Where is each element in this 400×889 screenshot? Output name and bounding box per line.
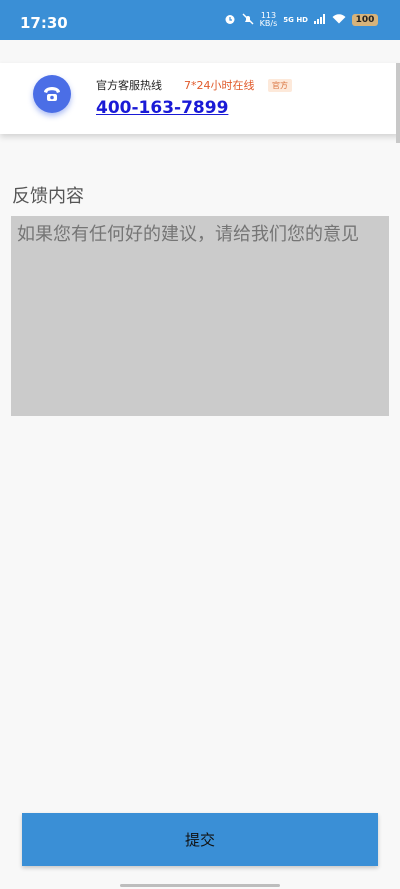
status-icons: 113 KB/s 5G HD 100: [224, 12, 378, 28]
network-type: 5G HD: [283, 16, 308, 24]
feedback-label: 反馈内容: [12, 186, 84, 207]
hotline-title: 官方客服热线: [96, 79, 162, 92]
network-speed: 113 KB/s: [260, 12, 278, 28]
hotline-hours: 7*24小时在线: [184, 79, 255, 92]
status-time: 17:30: [20, 14, 68, 32]
mute-icon: [242, 13, 254, 28]
speed-unit: KB/s: [259, 19, 278, 28]
hotline-number-link[interactable]: 400-163-7899: [96, 98, 228, 118]
phone-icon[interactable]: [33, 75, 71, 113]
wifi-icon: [332, 13, 346, 27]
battery-icon: 100: [352, 14, 378, 26]
feedback-input[interactable]: [11, 216, 389, 416]
hotline-card: 官方客服热线 7*24小时在线 官方 400-163-7899: [0, 63, 400, 134]
status-bar: 17:30 113 KB/s 5G HD 100: [0, 0, 400, 40]
signal-icon: [314, 13, 326, 27]
scroll-indicator: [396, 63, 400, 143]
alarm-icon: [224, 13, 236, 28]
submit-button[interactable]: 提交: [22, 813, 378, 866]
official-badge: 官方: [268, 79, 292, 92]
home-indicator[interactable]: [120, 884, 280, 887]
